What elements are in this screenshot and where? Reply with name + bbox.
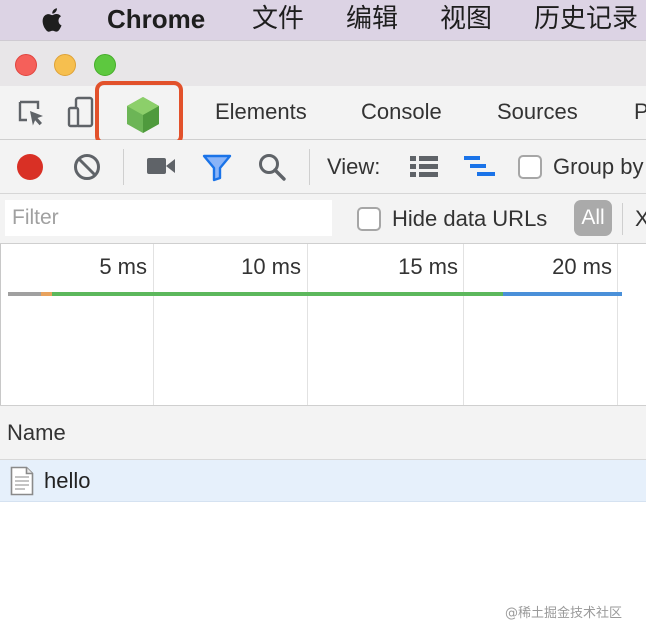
menu-item-view[interactable]: 视图 <box>440 3 492 35</box>
list-view-icon[interactable] <box>409 154 439 180</box>
network-overview-timeline[interactable]: 5 ms 10 ms 15 ms 20 ms <box>0 244 646 406</box>
timeline-grid-line <box>463 244 464 405</box>
tab-performance-truncated[interactable]: P <box>634 98 646 126</box>
hide-data-urls-checkbox[interactable] <box>357 207 381 231</box>
timeline-tick-label: 20 ms <box>552 254 612 279</box>
screenshot-video-icon[interactable] <box>146 154 176 178</box>
request-name: hello <box>44 468 91 493</box>
timeline-grid-line <box>307 244 308 405</box>
timeline-grid-line <box>153 244 154 405</box>
menu-item-edit[interactable]: 编辑 <box>346 3 398 35</box>
tab-elements[interactable]: Elements <box>215 98 307 126</box>
timeline-tick-label: 10 ms <box>241 254 301 279</box>
close-window-button[interactable] <box>15 54 37 76</box>
group-by-label: Group by <box>553 154 644 179</box>
hide-data-urls-label: Hide data URLs <box>392 206 548 231</box>
clear-icon[interactable] <box>72 152 102 182</box>
all-type-filter-button[interactable]: All <box>574 200 612 236</box>
timeline-tick-label: 5 ms <box>99 254 147 279</box>
timeline-grid-line <box>0 244 1 405</box>
search-icon[interactable] <box>257 152 287 182</box>
xhr-filter-truncated[interactable]: X <box>635 205 646 233</box>
apple-icon[interactable] <box>38 5 68 35</box>
window-title-bar <box>0 40 646 86</box>
group-by-frame-checkbox[interactable] <box>518 155 542 179</box>
minimize-window-button[interactable] <box>54 54 76 76</box>
menu-app-name[interactable]: Chrome <box>107 3 205 35</box>
filter-separator <box>622 203 623 235</box>
view-label: View: <box>327 154 381 179</box>
mac-menu-bar: Chrome 文件 编辑 视图 历史记录 <box>0 0 646 40</box>
watermark: @稀土掘金技术社区 <box>505 606 623 621</box>
menu-item-file[interactable]: 文件 <box>252 3 304 35</box>
tab-sources[interactable]: Sources <box>497 98 578 126</box>
toolbar-separator <box>123 149 124 185</box>
tab-console[interactable]: Console <box>361 98 442 126</box>
inspect-element-icon[interactable] <box>16 98 48 130</box>
network-toolbar: View: Group by <box>0 140 646 194</box>
zoom-window-button[interactable] <box>94 54 116 76</box>
filter-input[interactable] <box>5 200 332 236</box>
node-icon-highlight-annotation <box>95 81 183 145</box>
name-column-header[interactable]: Name <box>7 419 66 447</box>
timeline-waiting-bar <box>52 292 503 296</box>
table-row[interactable]: hello <box>0 460 646 502</box>
filter-icon[interactable] <box>202 152 232 182</box>
device-toolbar-icon[interactable] <box>66 96 96 130</box>
document-icon <box>10 466 34 496</box>
timeline-download-bar <box>503 292 622 296</box>
menu-item-history[interactable]: 历史记录 <box>534 3 638 35</box>
timeline-tick-label: 15 ms <box>398 254 458 279</box>
record-icon[interactable] <box>15 152 45 182</box>
waterfall-view-icon[interactable] <box>463 154 497 180</box>
timeline-grid-line <box>617 244 618 405</box>
timeline-connect-bar <box>41 292 52 296</box>
filter-bar: Hide data URLs All X <box>0 194 646 244</box>
requests-table-header: Name <box>0 406 646 460</box>
timeline-stalled-bar <box>8 292 41 296</box>
toolbar-separator <box>309 149 310 185</box>
